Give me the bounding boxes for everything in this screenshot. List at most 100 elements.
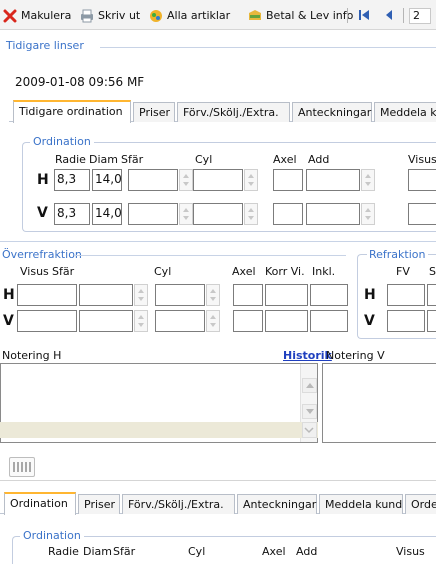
or-sfar-h-field[interactable] [79,284,133,306]
or-header-korr-vi: Korr Vi. [265,265,305,278]
scroll-down-icon[interactable] [302,404,317,419]
page-number-field[interactable]: 2 [409,8,431,24]
tab-priser[interactable]: Priser [133,102,175,122]
or-axel-h-field[interactable] [233,284,263,306]
add-h-spinner[interactable] [361,169,375,191]
ref-fv-v-field[interactable] [387,310,425,332]
first-record-icon[interactable] [358,8,370,22]
or-header-cyl: Cyl [154,265,172,278]
tab-order[interactable]: Orde [405,494,436,514]
ref-sf-h-field[interactable] [427,284,436,306]
or-visus-v-field[interactable] [17,310,77,332]
visus-h-field[interactable] [408,169,436,191]
betal-lev-info-button[interactable]: Betal & Lev info [248,7,353,24]
or-inkl-v-field[interactable] [310,310,348,332]
or-row-label-v: V [3,313,14,329]
makulera-button[interactable]: Makulera [3,7,71,24]
historik-link[interactable]: Historik [283,349,332,362]
ref-row-label-v: V [364,313,375,329]
or-cyl-h-spinner[interactable] [206,284,220,306]
or-sfar-h-spinner[interactable] [134,284,148,306]
header-diam: Diam [89,153,118,166]
or-korr-vi-v-field[interactable] [265,310,308,332]
visus-v-field[interactable] [408,203,436,225]
or-header-axel: Axel [232,265,256,278]
cross-icon [3,9,17,23]
refraktion-title: Refraktion [367,248,428,261]
cyl-v-field[interactable] [193,203,243,225]
or-korr-vi-h-field[interactable] [265,284,308,306]
or-visus-h-field[interactable] [17,284,77,306]
tab-ordination[interactable]: Ordination [4,492,76,515]
horizontal-scrollbar[interactable] [0,422,318,438]
ref-header-fv: FV [396,265,410,278]
toolbar-separator [403,8,404,23]
header-visus: Visus [408,153,436,166]
header-cyl: Cyl [195,153,213,166]
sfar-h-field[interactable] [128,169,178,191]
ref-fv-h-field[interactable] [387,284,425,306]
splitter-handle[interactable] [9,457,35,477]
axel-h-field[interactable] [273,169,303,191]
cyl-v-spinner[interactable] [244,203,258,225]
toolbar-separator [347,8,348,23]
tab-anteckningar[interactable]: Anteckningar [237,494,317,514]
header-axel: Axel [273,153,297,166]
bottom-header-sfar: Sfär [113,545,136,558]
diam-h-field[interactable]: 14,0 [92,169,122,191]
or-cyl-v-field[interactable] [155,310,205,332]
tab-priser[interactable]: Priser [78,494,120,514]
add-v-field[interactable] [306,203,360,225]
tab-forvaring[interactable]: Förv./Skölj./Extra. [177,102,290,122]
or-inkl-h-field[interactable] [310,284,348,306]
printer-icon [80,9,94,23]
row-label-v: V [37,205,48,221]
tab-anteckningar[interactable]: Anteckningar [292,102,372,122]
or-sfar-v-spinner[interactable] [134,310,148,332]
scroll-corner-icon [302,422,317,438]
axel-v-field[interactable] [273,203,303,225]
cyl-h-spinner[interactable] [244,169,258,191]
tab-meddela-kund[interactable]: Meddela ku [374,102,436,122]
add-v-spinner[interactable] [361,203,375,225]
or-axel-v-field[interactable] [233,310,263,332]
ref-row-label-h: H [364,287,376,303]
notering-v-label: Notering V [326,349,385,362]
or-cyl-h-field[interactable] [155,284,205,306]
alla-artiklar-button[interactable]: Alla artiklar [149,7,230,24]
or-header-visus: Visus [20,265,49,278]
tab-tidigare-ordination[interactable]: Tidigare ordination [13,100,131,123]
radie-v-field[interactable]: 8,3 [54,203,90,225]
toolbar: Makulera Skriv ut Alla artiklar Betal & … [0,0,436,30]
add-h-field[interactable] [306,169,360,191]
scroll-up-icon[interactable] [302,378,317,393]
or-sfar-v-field[interactable] [79,310,133,332]
sfar-v-field[interactable] [128,203,178,225]
radie-h-field[interactable]: 8,3 [54,169,90,191]
divider [0,480,436,481]
divider [100,47,436,48]
ordination-title: Ordination [30,135,94,148]
header-sfar: Sfär [121,153,144,166]
notering-v-textarea[interactable] [322,363,436,443]
sfar-h-spinner[interactable] [179,169,193,191]
previous-record-icon[interactable] [384,8,394,22]
articles-icon [149,9,163,23]
diam-v-field[interactable]: 14,0 [92,203,122,225]
row-label-h: H [37,172,49,188]
tab-meddela-kund[interactable]: Meddela kund [319,494,403,514]
bottom-ordination-title: Ordination [20,529,84,542]
sfar-v-spinner[interactable] [179,203,193,225]
bottom-header-cyl: Cyl [188,545,206,558]
or-row-label-h: H [3,287,15,303]
bottom-tabstrip: Ordination Priser Förv./Skölj./Extra. An… [0,492,436,515]
or-cyl-v-spinner[interactable] [206,310,220,332]
overrefraktion-title: Överrefraktion [2,248,82,261]
or-header-sfar: Sfär [52,265,75,278]
tidigare-linser-title: Tidigare linser [6,39,84,52]
cyl-h-field[interactable] [193,169,243,191]
betal-lev-info-label: Betal & Lev info [266,9,354,22]
skriv-ut-button[interactable]: Skriv ut [80,7,140,24]
ref-sf-v-field[interactable] [427,310,436,332]
tab-forvaring[interactable]: Förv./Skölj./Extra. [122,494,235,514]
